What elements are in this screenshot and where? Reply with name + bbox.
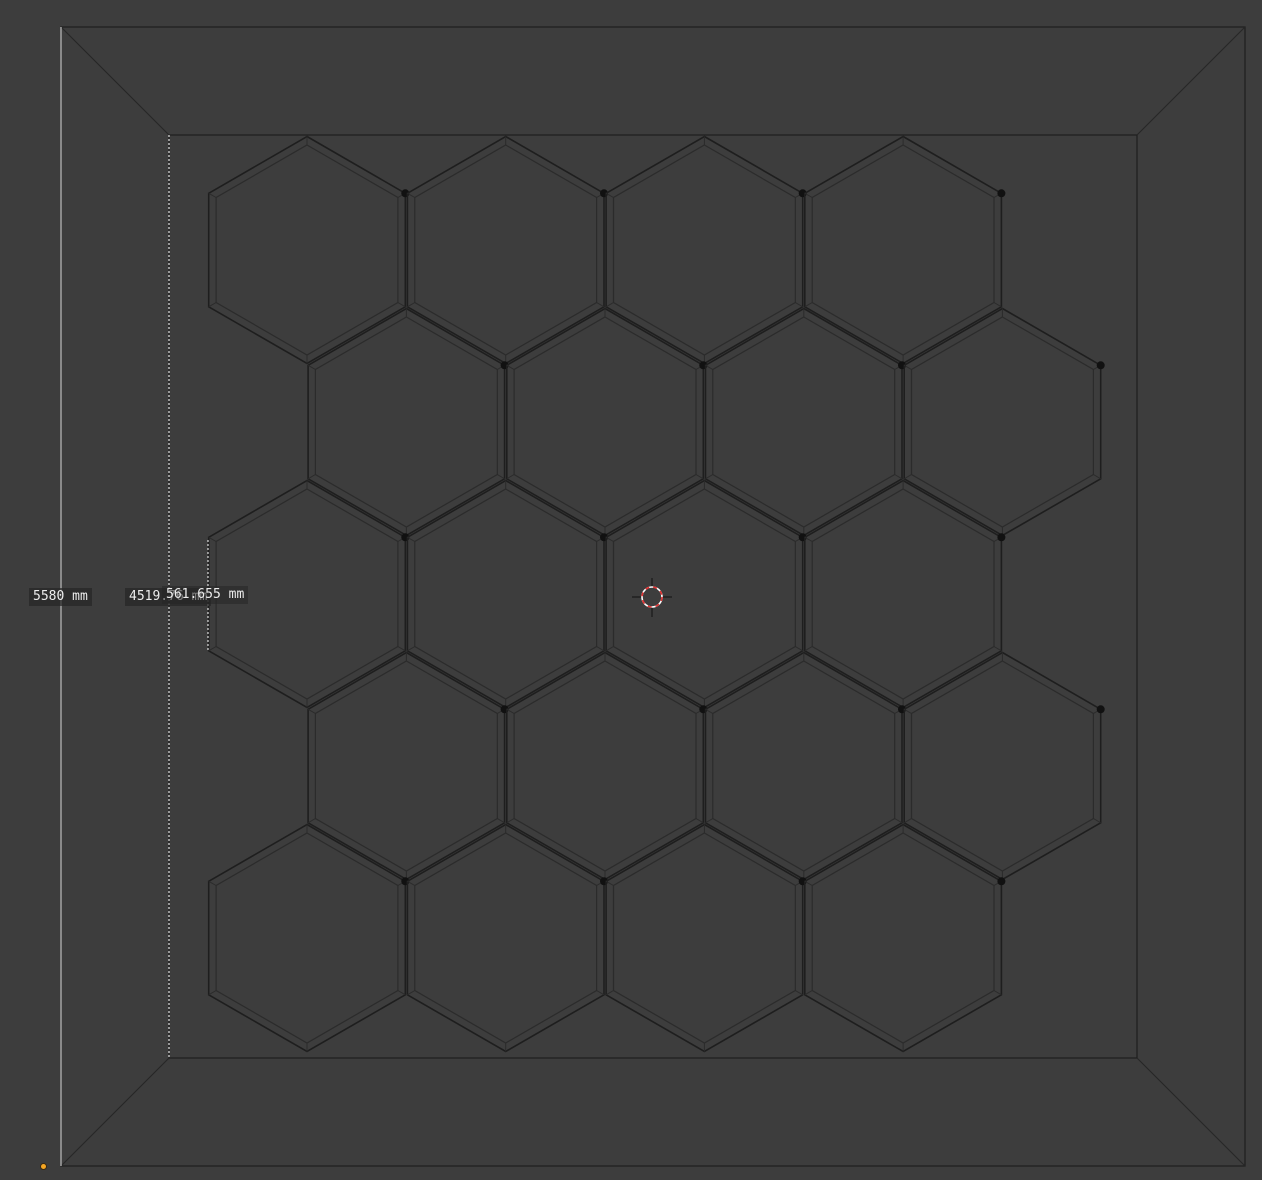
vertex-marker[interactable]	[997, 877, 1006, 886]
bevel-edge-bottom-left	[60, 1057, 170, 1167]
hexagon-cell[interactable]	[605, 479, 807, 709]
hexagon-cell[interactable]	[505, 651, 708, 881]
hexagon-cell[interactable]	[903, 307, 1105, 537]
vertex-marker[interactable]	[1096, 705, 1105, 714]
hexagon-cell[interactable]	[803, 823, 1006, 1053]
hexagon-cell[interactable]	[307, 651, 509, 881]
hex-height-label: 561.655 mm	[162, 586, 249, 604]
vertex-marker[interactable]	[997, 189, 1006, 198]
hexagon-cell[interactable]	[406, 823, 608, 1053]
vertex-marker[interactable]	[1096, 361, 1105, 370]
hexagon-cell[interactable]	[207, 823, 410, 1053]
bevel-edge-top-right	[1136, 26, 1246, 136]
hexagon-cell[interactable]	[903, 651, 1105, 881]
outer-height-label: 5580 mm	[29, 588, 92, 606]
bevel-edge-top-left	[60, 26, 170, 136]
hexagon-cell[interactable]	[704, 651, 907, 881]
hexagon-cell[interactable]	[307, 307, 509, 537]
hexagon-cell[interactable]	[406, 479, 608, 709]
hexagon-cell[interactable]	[406, 135, 608, 365]
hexagon-cell[interactable]	[803, 479, 1006, 709]
3d-viewport[interactable]: 5580 mm 4519.76 mm 561.655 mm	[0, 0, 1262, 1180]
inner-frame-edge	[168, 134, 1138, 1059]
3d-cursor-icon[interactable]	[632, 578, 672, 617]
hexagon-grid	[207, 135, 1105, 1053]
hexagon-cell[interactable]	[704, 307, 907, 537]
hexagon-cell[interactable]	[605, 823, 807, 1053]
hexagon-cell[interactable]	[505, 307, 708, 537]
vertex-marker[interactable]	[997, 533, 1006, 542]
object-origin-icon	[41, 1164, 46, 1169]
hexagon-cell[interactable]	[605, 135, 807, 365]
hexagon-cell[interactable]	[803, 135, 1006, 365]
bevel-edge-bottom-right	[1136, 1057, 1246, 1167]
hexagon-cell[interactable]	[207, 135, 410, 365]
